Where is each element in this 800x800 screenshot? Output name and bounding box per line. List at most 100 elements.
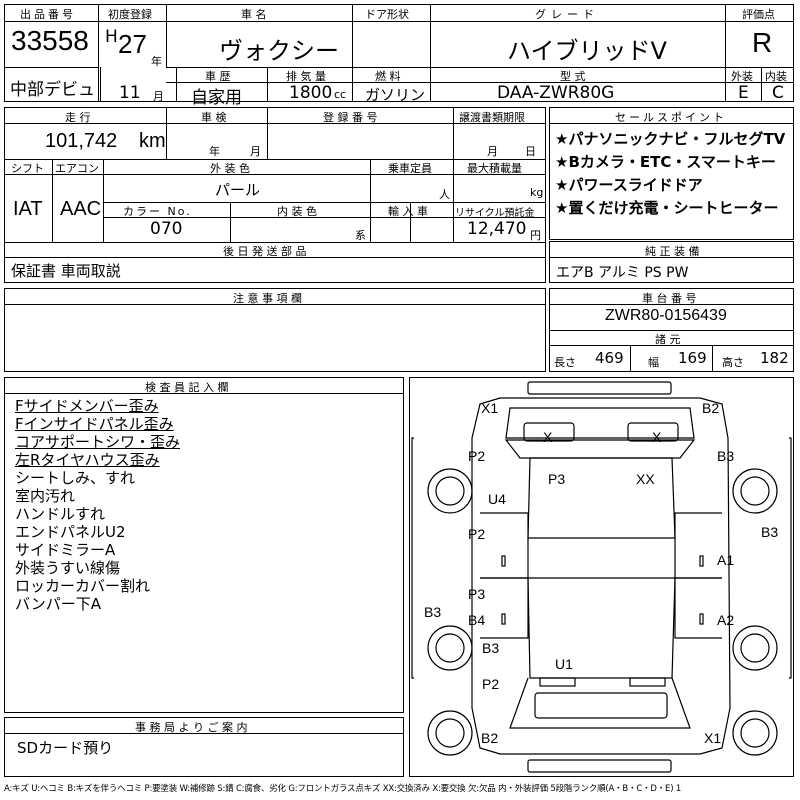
displacement: 1800 <box>289 83 333 103</box>
grade: ハイブリッドV <box>507 37 667 65</box>
office-box: 事 務 局 よ り ご 案 内 SDカード預り <box>4 717 404 777</box>
first-reg-header: 初度登録 <box>108 8 152 21</box>
dmg-p3-a: P3 <box>548 471 566 487</box>
later-parts: 保証書 車両取説 <box>11 262 121 280</box>
sales-points-box: セールスポイント ★パナソニックナビ・フルセグTV ★Bカメラ・ETC・スマート… <box>549 107 794 240</box>
inspector-note: 室内汚れ <box>15 487 76 505</box>
sales-point-4: ★置くだけ充電・シートヒーター <box>555 199 779 217</box>
person-unit: 人 <box>439 188 450 201</box>
lot-header: 出品番号 <box>20 8 76 21</box>
legend: A:キズ U:ヘコミ B:キズを伴うヘコミ P:要塗装 W:補修跡 S:錆 C:… <box>4 784 682 794</box>
car-outline-diagram <box>411 381 792 773</box>
dmg-p3-b: P3 <box>468 586 486 602</box>
vehicle-spec-box: 走 行 車 検 登 録 番 号 譲渡書類期限 101,742 km 年 月 月 … <box>4 107 546 283</box>
dmg-a1: A1 <box>717 552 735 568</box>
width: 169 <box>678 349 707 367</box>
recycle-header: リサイクル預託金 <box>455 208 535 219</box>
equipment-box: 純 正 装 備 エアB アルミ PS PW <box>549 241 794 283</box>
color-no: 070 <box>150 219 183 239</box>
color-no-header: カラー No. <box>123 205 192 218</box>
cc-unit: cc <box>334 88 347 101</box>
width-label: 幅 <box>648 356 659 369</box>
notes-header: 注 意 事 項 欄 <box>233 292 302 305</box>
model: DAA-ZWR80G <box>497 83 615 103</box>
inspector-note: 外装うすい線傷 <box>15 559 121 577</box>
dmg-b3-a: B3 <box>717 448 735 464</box>
ac-header: エアコン <box>55 162 99 175</box>
yen-unit: 円 <box>530 229 541 242</box>
length-label: 長さ <box>554 356 576 369</box>
dmg-xx: XX <box>636 471 655 487</box>
ext-header: 外装 <box>731 70 753 83</box>
inspector-note: サイドミラーA <box>15 541 116 559</box>
transfer-day: 日 <box>525 145 536 158</box>
import-header: 輸 入 車 <box>388 205 428 218</box>
reg-no-header: 登 録 番 号 <box>323 111 378 124</box>
fuel: ガソリン <box>365 86 426 104</box>
transfer-month: 月 <box>487 145 498 158</box>
sales-point-2: ★Bカメラ・ETC・スマートキー <box>555 153 776 171</box>
dmg-b2-bot: B2 <box>481 730 499 746</box>
height: 182 <box>760 349 789 367</box>
vehicle-info-box: 出品番号 初度登録 車 名 ドア形状 グレード 評価点 33558 H 27 年… <box>4 4 794 108</box>
dmg-u1: U1 <box>555 656 573 672</box>
inspector-note: エンドパネルU2 <box>15 523 126 541</box>
model-header: 型 式 <box>560 70 586 83</box>
mileage-header: 走 行 <box>65 111 91 124</box>
chassis-number: ZWR80-0156439 <box>605 307 727 324</box>
damage-diagram-box: X1 B2 X X P2 B3 P3 XX U4 B3 P2 A1 P3 B3 … <box>409 377 794 777</box>
shift-header: シフト <box>11 162 44 175</box>
inspection-month: 月 <box>250 145 261 158</box>
lot-number: 33558 <box>11 25 89 56</box>
inspector-note: シートしみ、すれ <box>15 469 136 487</box>
office-note: SDカード預り <box>17 739 114 757</box>
car-name-header: 車 名 <box>241 8 267 21</box>
ext-color: パール <box>215 181 261 199</box>
max-load-header: 最大積載量 <box>467 162 522 175</box>
dmg-u4: U4 <box>488 491 506 507</box>
mileage: 101,742 <box>45 130 118 152</box>
equipment: エアB アルミ PS PW <box>556 265 689 281</box>
notes-box: 注 意 事 項 欄 <box>4 288 546 372</box>
ext-color-header: 外 装 色 <box>210 162 250 175</box>
int-score: C <box>772 83 784 103</box>
chassis-box: 車 台 番 号 ZWR80-0156439 諸 元 長さ 469 幅 169 高… <box>549 288 794 372</box>
inspector-box: 検 査 員 記 入 欄 Fサイドメンバー歪み Fインサイドパネル歪み コアサポートシ… <box>4 377 404 713</box>
dmg-b3-b: B3 <box>482 640 500 656</box>
car-name: ヴォクシー <box>219 37 339 65</box>
inspection-header: 車 検 <box>201 111 227 124</box>
inspector-note: ロッカーカバー割れ <box>15 577 151 595</box>
ext-score: E <box>738 83 749 103</box>
km-unit: km <box>139 130 166 152</box>
dmg-x1-top: X1 <box>481 400 499 416</box>
ac: AAC <box>60 198 102 220</box>
inspection-year: 年 <box>209 145 220 158</box>
length: 469 <box>595 349 624 367</box>
dmg-x-left: X <box>543 429 553 445</box>
dmg-b4: B4 <box>468 612 486 628</box>
office-header: 事 務 局 よ り ご 案 内 <box>135 721 248 734</box>
history-header: 車 歴 <box>205 70 231 83</box>
transfer-header: 譲渡書類期限 <box>459 111 525 124</box>
grade-header: グレード <box>535 8 599 21</box>
int-color-header: 内 装 色 <box>277 205 317 218</box>
venue: 中部デビュ <box>10 80 95 100</box>
kg-unit: kg <box>530 186 544 199</box>
inspector-note: ハンドルすれ <box>15 505 106 523</box>
year-unit: 年 <box>151 55 162 68</box>
dmg-p2-a: P2 <box>468 448 486 464</box>
dmg-a2: A2 <box>717 612 735 628</box>
equipment-header: 純 正 装 備 <box>645 245 700 258</box>
year: 27 <box>118 29 147 59</box>
chassis-header: 車 台 番 号 <box>642 292 697 305</box>
dmg-b3-r: B3 <box>761 524 779 540</box>
inspector-note: 左Rタイヤハウス歪み <box>15 451 160 469</box>
int-color-unit: 系 <box>355 229 366 242</box>
sales-point-3: ★パワースライドドア <box>555 176 703 194</box>
recycle-amount: 12,470 <box>467 219 527 239</box>
month: 11 <box>119 83 141 103</box>
dmg-b3-l: B3 <box>424 604 442 620</box>
dmg-x1-bot: X1 <box>704 730 722 746</box>
dmg-p2-c: P2 <box>482 676 500 692</box>
dmg-x-right: X <box>652 429 662 445</box>
